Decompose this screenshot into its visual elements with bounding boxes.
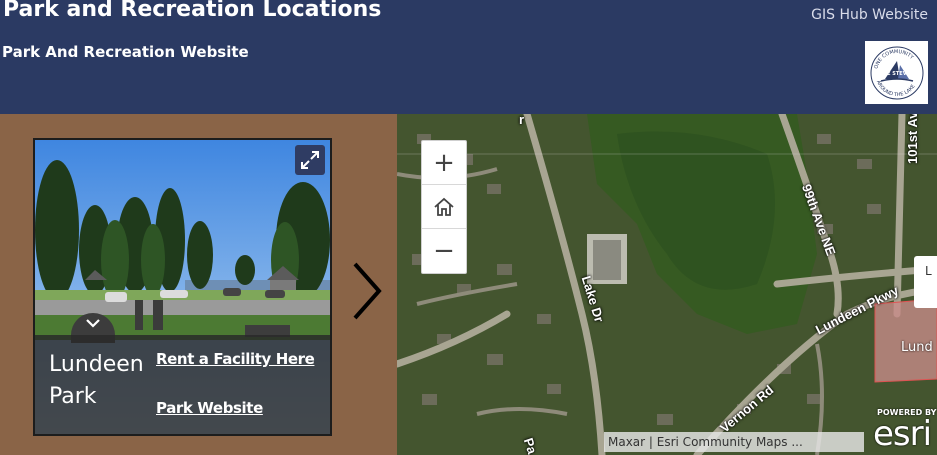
- park-polygon-label: Lund: [901, 340, 933, 355]
- esri-wordmark: esri: [873, 414, 932, 454]
- map-popup-partial[interactable]: L: [914, 256, 937, 308]
- esri-logo[interactable]: POWERED BY esri: [873, 406, 937, 455]
- expand-button[interactable]: [295, 145, 325, 175]
- park-website-link[interactable]: Park Website: [156, 399, 263, 417]
- app-header: Park and Recreation Locations Park And R…: [0, 0, 937, 114]
- road-label-partial: r: [519, 114, 525, 127]
- park-name: Lundeen Park: [49, 352, 144, 409]
- lake-stevens-logo-graphic: ONE COMMUNITY AROUND THE LAKE LAKE STEVE…: [870, 46, 923, 99]
- chevron-right-icon[interactable]: [349, 260, 385, 322]
- zoom-controls: + −: [421, 140, 467, 274]
- zoom-out-button[interactable]: −: [422, 229, 466, 273]
- lake-stevens-logo[interactable]: ONE COMMUNITY AROUND THE LAKE LAKE STEVE…: [865, 41, 928, 104]
- map-attribution[interactable]: Maxar | Esri Community Maps ...: [604, 432, 864, 452]
- chevron-down-icon: [86, 319, 100, 328]
- home-button[interactable]: [422, 185, 466, 229]
- page-title: Park and Recreation Locations: [3, 0, 382, 22]
- home-icon: [434, 197, 454, 216]
- gis-hub-link[interactable]: GIS Hub Website: [811, 7, 928, 23]
- park-caption: Lundeen Park Rent a Facility Here Park W…: [35, 335, 330, 434]
- rent-facility-link[interactable]: Rent a Facility Here: [156, 350, 315, 368]
- park-card: Lundeen Park Rent a Facility Here Park W…: [33, 138, 332, 436]
- zoom-in-button[interactable]: +: [422, 141, 466, 185]
- logo-center-text: LAKE STEVENS: [876, 71, 918, 77]
- road-label-101st-ave: 101st Ave NE: [905, 114, 920, 164]
- expand-icon: [301, 151, 319, 169]
- map-view[interactable]: + − r Lake Dr 99th Ave NE 101st Ave NE L…: [397, 114, 937, 455]
- page-subtitle: Park And Recreation Website: [2, 43, 249, 61]
- park-carousel-panel: Lundeen Park Rent a Facility Here Park W…: [0, 114, 397, 455]
- satellite-imagery: [397, 114, 937, 455]
